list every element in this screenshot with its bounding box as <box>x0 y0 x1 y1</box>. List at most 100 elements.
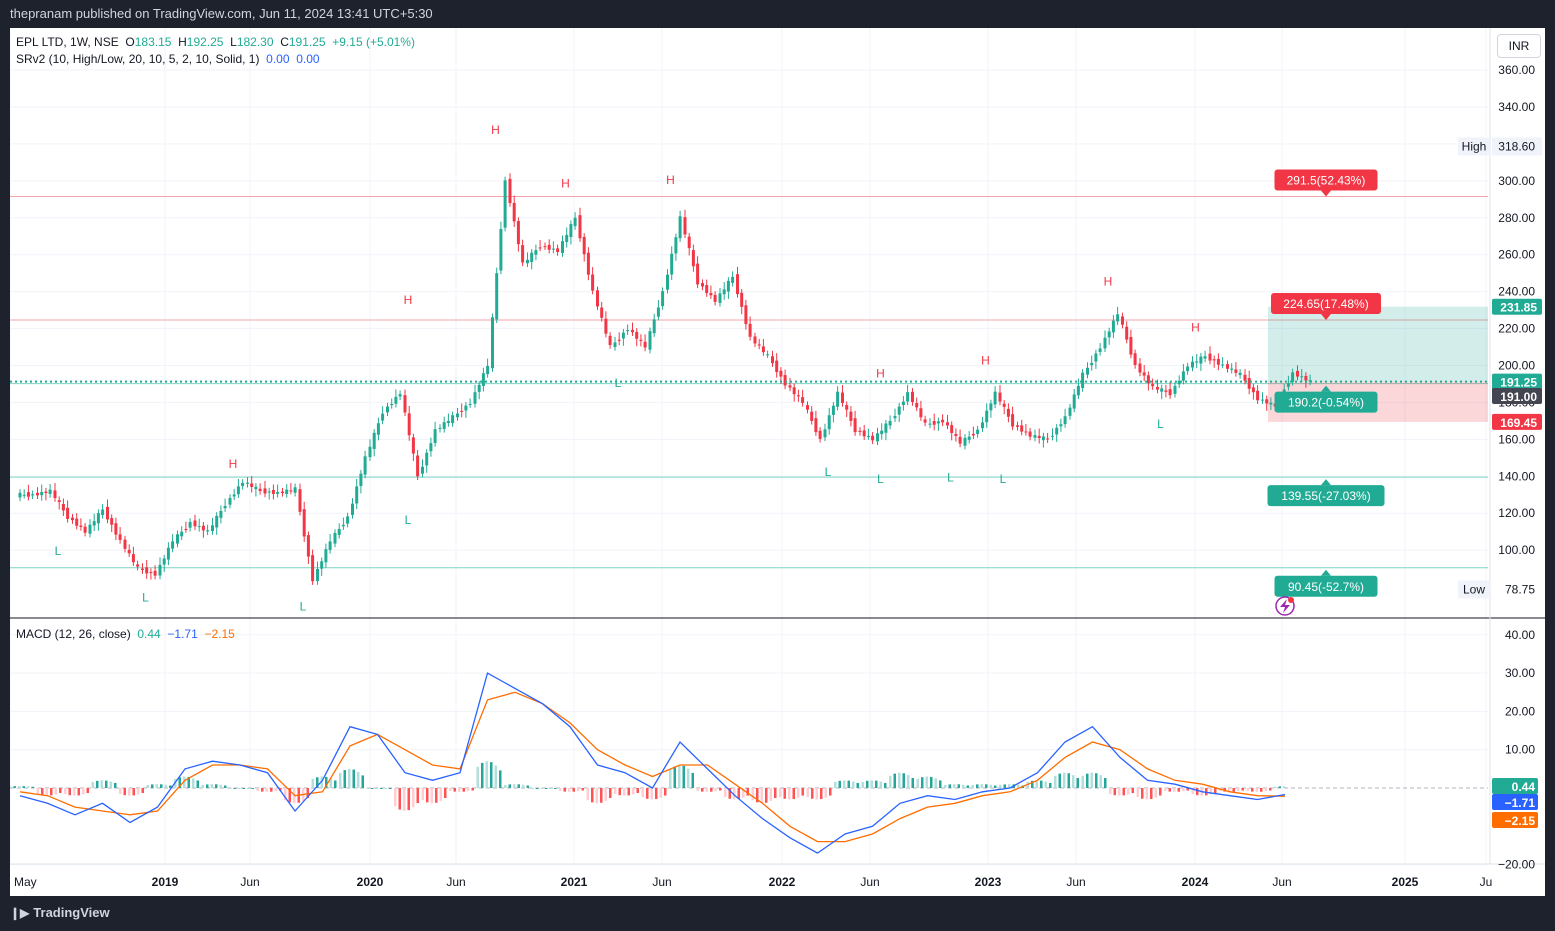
candle-body <box>806 405 809 410</box>
macd-histogram-bar <box>600 788 603 803</box>
candle-body <box>1243 374 1247 381</box>
candle-body <box>748 323 752 337</box>
macd-signal-line <box>19 691 1286 843</box>
candle-body <box>1203 356 1207 359</box>
candle-body <box>691 250 695 267</box>
candle-body <box>521 245 525 263</box>
macd-histogram-bar <box>1154 788 1157 798</box>
macd-histogram-bar <box>893 773 896 788</box>
candle-body <box>158 564 162 576</box>
swing-low-label: L <box>55 544 62 558</box>
macd-histogram-bar <box>691 772 694 788</box>
candle-body <box>468 403 472 405</box>
candle-body <box>705 285 709 294</box>
macd-histogram-bar <box>1260 788 1263 792</box>
candle-body <box>495 273 499 320</box>
candle-body <box>1212 359 1216 361</box>
macd-histogram-bar <box>1003 784 1006 788</box>
candle-body <box>757 344 761 346</box>
candle-body <box>390 403 394 406</box>
macd-histogram-bar <box>1283 786 1286 788</box>
macd-histogram-bar <box>384 788 387 789</box>
candle-body <box>1103 337 1107 349</box>
macd-histogram-bar <box>1269 788 1272 791</box>
candle-body <box>1173 385 1177 394</box>
open-value: 183.15 <box>134 35 172 49</box>
candle-body <box>337 528 341 535</box>
candle-body <box>722 289 726 295</box>
candle-body <box>578 215 582 239</box>
candle-body <box>841 392 844 403</box>
currency-button[interactable]: INR <box>1497 34 1541 58</box>
candle-body <box>250 483 254 487</box>
macd-histogram-bar <box>1072 775 1075 788</box>
candle-body <box>1156 386 1159 390</box>
candle-body <box>324 549 328 563</box>
price-tick-label: 340.00 <box>1498 100 1535 114</box>
macd-histogram-bar <box>980 784 983 788</box>
chart-area[interactable]: H H H H H H H H H L L L L L L L L L L 291.5(52.43%) 224.65(1… <box>9 28 1545 896</box>
macd-histogram-bar <box>508 784 511 788</box>
macd-histogram-bar <box>45 788 48 796</box>
candle-body <box>499 229 503 271</box>
swing-high-label: H <box>404 293 413 307</box>
candle-body <box>359 473 363 487</box>
symbol-legend: EPL LTD, 1W, NSE O183.15 H192.25 L182.30… <box>16 35 415 49</box>
macd-histogram-bar <box>870 780 873 788</box>
target-zone[interactable] <box>1268 306 1488 382</box>
candle-body <box>18 492 22 498</box>
macd-histogram-bar <box>155 784 158 788</box>
candle-body <box>281 491 284 493</box>
macd-histogram-bar <box>1168 788 1171 792</box>
candle-body <box>1142 372 1146 376</box>
candle-body <box>871 435 875 441</box>
last-price-tag: 191.25 <box>1500 376 1537 390</box>
candle-body <box>508 178 512 204</box>
macd-histogram-bar <box>31 786 34 788</box>
macd-histogram-bar <box>971 784 974 788</box>
macd-histogram-bar <box>73 788 76 796</box>
macd-histogram-bar <box>54 788 57 795</box>
macd-histogram-bar <box>109 781 112 788</box>
candle-body <box>831 405 835 415</box>
candle-body <box>75 518 79 526</box>
macd-histogram-bar <box>889 775 892 788</box>
chart-svg[interactable]: H H H H H H H H H L L L L L L L L L L 291.5(52.43%) 224.65(1… <box>9 28 1545 896</box>
candle-body <box>1296 370 1299 377</box>
candle-body <box>744 305 748 325</box>
time-tick-label: Jun <box>446 875 465 889</box>
candle-body <box>1286 383 1290 387</box>
indicator-name[interactable]: SRv2 (10, High/Low, 20, 10, 5, 2, 10, So… <box>16 52 259 66</box>
symbol-name[interactable]: EPL LTD, 1W, NSE <box>16 35 119 49</box>
macd-histogram-bar <box>604 788 607 801</box>
candle-body <box>180 531 184 537</box>
macd-histogram-bar <box>1232 788 1235 792</box>
tradingview-logo[interactable]: ❙▶ TradingView <box>10 905 110 920</box>
entry-price-tag: 191.00 <box>1500 390 1537 404</box>
macd-histogram-bar <box>421 788 424 801</box>
macd-histogram-bar <box>201 784 204 788</box>
candle-body <box>223 505 227 509</box>
macd-histogram-bar <box>797 788 800 798</box>
candle-body <box>998 392 1002 402</box>
macd-histogram-bar <box>13 786 16 788</box>
macd-hist-value: 0.44 <box>137 627 161 641</box>
candle-body <box>582 236 586 255</box>
candle-body <box>678 216 682 239</box>
candle-body <box>197 526 201 528</box>
candle-body <box>96 513 100 524</box>
candle-body <box>171 541 175 549</box>
macd-histogram-bar <box>394 788 397 807</box>
candle-body <box>1059 424 1063 427</box>
candle-body <box>1151 384 1155 387</box>
macd-histogram-bar <box>701 788 704 792</box>
macd-histogram-bar <box>64 788 67 795</box>
candle-body <box>460 410 464 412</box>
macd-histogram-bar <box>1177 788 1180 792</box>
macd-histogram-bar <box>618 788 621 796</box>
close-value: 191.25 <box>288 35 326 49</box>
candle-body <box>547 244 551 250</box>
macd-name[interactable]: MACD (12, 26, close) <box>16 627 131 641</box>
candle-body <box>981 422 984 429</box>
macd-tick-label: 10.00 <box>1505 743 1535 757</box>
